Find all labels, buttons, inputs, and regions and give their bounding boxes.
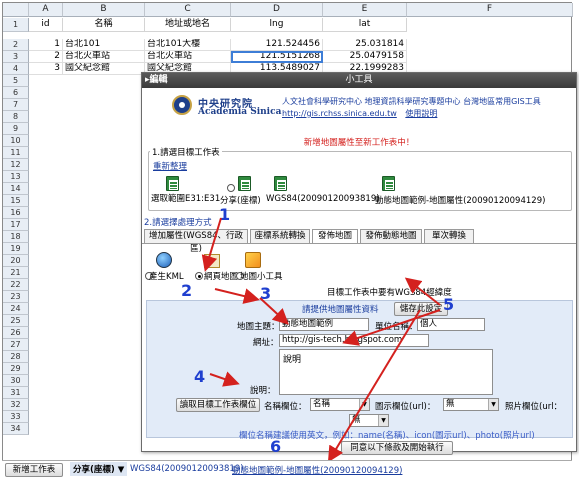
arrow-5 bbox=[342, 309, 441, 346]
arrow-2 bbox=[214, 288, 260, 304]
arrow-4 bbox=[209, 371, 240, 387]
arrow-1 bbox=[201, 217, 222, 272]
annotation-arrows bbox=[201, 217, 441, 463]
sheet-tab-wgs84[interactable]: WGS84(20090120093819) bbox=[130, 464, 244, 474]
sheet-tab-dynamic[interactable]: 動態地圖範例-地圖屬性(20090120094129) bbox=[232, 464, 402, 476]
arrow-5b bbox=[404, 277, 441, 306]
sheet-tab-share[interactable]: 分享(座標) ▼ bbox=[70, 462, 128, 476]
add-sheet-button[interactable]: 新增工作表 bbox=[5, 463, 63, 477]
arrow-3 bbox=[259, 297, 289, 325]
sheet-tab-bar: 新增工作表 分享(座標) ▼ WGS84(20090120093819) 動態地… bbox=[2, 460, 572, 478]
